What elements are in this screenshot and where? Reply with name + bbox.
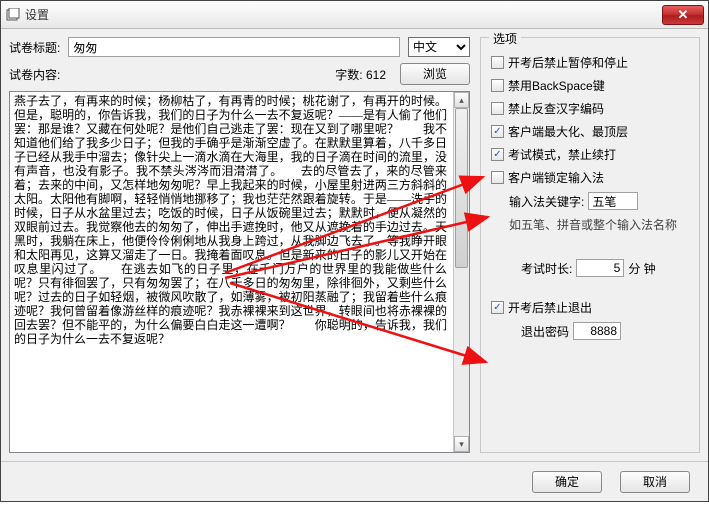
chk-maximize[interactable]: ✓	[491, 125, 504, 138]
ok-button[interactable]: 确定	[532, 471, 602, 493]
chk-no-exit[interactable]: ✓	[491, 301, 504, 314]
chk-backspace[interactable]	[491, 79, 504, 92]
cancel-button[interactable]: 取消	[620, 471, 690, 493]
titlebar: 设置 ✕	[1, 1, 708, 29]
scroll-thumb[interactable]	[455, 108, 468, 268]
scroll-up-icon[interactable]: ▴	[454, 92, 469, 108]
exit-password-label: 退出密码	[521, 323, 569, 340]
paper-content-textarea[interactable]: 燕子去了，有再来的时候；杨柳枯了，有再青的时候；桃花谢了，有再开的时候。但是，聪…	[9, 91, 470, 453]
chk-backspace-label: 禁用BackSpace键	[508, 77, 605, 94]
duration-input[interactable]	[576, 259, 624, 277]
wordcount: 字数: 612	[335, 66, 386, 83]
settings-window: 设置 ✕ 试卷标题: 中文 试卷内容: 字数: 612 浏览 燕子去了，有再来	[0, 0, 709, 502]
content-label: 试卷内容:	[9, 66, 60, 83]
language-select[interactable]: 中文	[408, 37, 470, 57]
title-label: 试卷标题:	[9, 39, 60, 56]
window-title: 设置	[25, 6, 662, 23]
ime-keyword-label: 输入法关键字:	[509, 193, 584, 210]
chk-lock-ime[interactable]	[491, 171, 504, 184]
scroll-down-icon[interactable]: ▾	[454, 436, 469, 452]
chk-lock-ime-label: 客户端锁定输入法	[508, 169, 604, 186]
chk-encoding-label: 禁止反查汉字编码	[508, 100, 604, 117]
chk-pause-label: 开考后禁止暂停和停止	[508, 54, 628, 71]
close-button[interactable]: ✕	[662, 5, 704, 25]
chk-exam-mode[interactable]: ✓	[491, 148, 504, 161]
scrollbar[interactable]: ▴ ▾	[453, 92, 469, 452]
exit-password-input[interactable]	[573, 322, 621, 340]
chk-no-exit-label: 开考后禁止退出	[508, 299, 592, 316]
app-icon	[5, 7, 21, 23]
chk-exam-mode-label: 考试模式，禁止续打	[508, 146, 616, 163]
options-fieldset: 选项 开考后禁止暂停和停止 禁用BackSpace键 禁止反查汉字编码 ✓ 客户…	[480, 37, 700, 453]
chk-encoding[interactable]	[491, 102, 504, 115]
ime-hint: 如五笔、拼音或整个输入法名称	[509, 216, 689, 233]
chk-pause[interactable]	[491, 56, 504, 69]
paper-title-input[interactable]	[68, 37, 400, 57]
duration-label: 考试时长:	[521, 260, 572, 277]
options-legend: 选项	[489, 30, 521, 47]
right-panel: 选项 开考后禁止暂停和停止 禁用BackSpace键 禁止反查汉字编码 ✓ 客户…	[480, 37, 700, 453]
duration-unit: 分 钟	[628, 260, 655, 277]
browse-button[interactable]: 浏览	[400, 63, 470, 85]
ime-keyword-input[interactable]	[588, 192, 638, 210]
chk-maximize-label: 客户端最大化、最顶层	[508, 123, 628, 140]
footer: 确定 取消	[1, 461, 708, 501]
left-panel: 试卷标题: 中文 试卷内容: 字数: 612 浏览 燕子去了，有再来的时候；杨柳…	[9, 37, 470, 453]
